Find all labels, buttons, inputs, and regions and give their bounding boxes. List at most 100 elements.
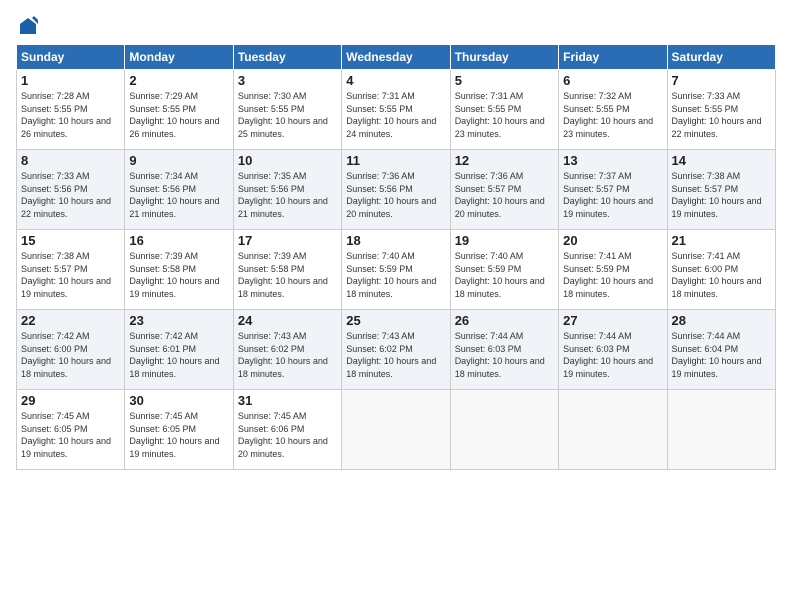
day-info: Sunrise: 7:28 AMSunset: 5:55 PMDaylight:… xyxy=(21,90,120,140)
calendar-cell: 25Sunrise: 7:43 AMSunset: 6:02 PMDayligh… xyxy=(342,310,450,390)
calendar-cell: 12 Sunrise: 7:36 AMSunset: 5:57 PMDayligh… xyxy=(450,150,558,230)
day-number: 19 xyxy=(455,233,554,248)
day-number: 24 xyxy=(238,313,337,328)
day-number: 17 xyxy=(238,233,337,248)
logo-icon xyxy=(18,16,38,36)
calendar-header-row: SundayMondayTuesdayWednesdayThursdayFrid… xyxy=(17,45,776,70)
day-of-week-sunday: Sunday xyxy=(17,45,125,70)
day-info: Sunrise: 7:41 AMSunset: 6:00 PMDaylight:… xyxy=(672,250,771,300)
day-number: 31 xyxy=(238,393,337,408)
calendar-cell: 1 Sunrise: 7:28 AMSunset: 5:55 PMDaylight… xyxy=(17,70,125,150)
day-info: Sunrise: 7:45 AMSunset: 6:05 PMDaylight:… xyxy=(21,410,120,460)
day-info: Sunrise: 7:31 AMSunset: 5:55 PMDaylight:… xyxy=(455,90,554,140)
day-info: Sunrise: 7:42 AMSunset: 6:00 PMDaylight:… xyxy=(21,330,120,380)
day-info: Sunrise: 7:45 AMSunset: 6:06 PMDaylight:… xyxy=(238,410,337,460)
day-info: Sunrise: 7:42 AMSunset: 6:01 PMDaylight:… xyxy=(129,330,228,380)
day-number: 27 xyxy=(563,313,662,328)
calendar-cell: 6Sunrise: 7:32 AMSunset: 5:55 PMDaylight… xyxy=(559,70,667,150)
calendar-cell: 9 Sunrise: 7:34 AMSunset: 5:56 PMDaylight… xyxy=(125,150,233,230)
day-number: 1 xyxy=(21,73,120,88)
day-info: Sunrise: 7:44 AMSunset: 6:04 PMDaylight:… xyxy=(672,330,771,380)
calendar-cell: 28Sunrise: 7:44 AMSunset: 6:04 PMDayligh… xyxy=(667,310,775,390)
calendar-cell: 24 Sunrise: 7:43 AMSunset: 6:02 PMDayligh… xyxy=(233,310,341,390)
day-number: 22 xyxy=(21,313,120,328)
calendar-cell xyxy=(342,390,450,470)
day-info: Sunrise: 7:31 AMSunset: 5:55 PMDaylight:… xyxy=(346,90,445,140)
day-of-week-friday: Friday xyxy=(559,45,667,70)
day-of-week-saturday: Saturday xyxy=(667,45,775,70)
day-info: Sunrise: 7:38 AMSunset: 5:57 PMDaylight:… xyxy=(21,250,120,300)
day-info: Sunrise: 7:36 AMSunset: 5:57 PMDaylight:… xyxy=(455,170,554,220)
calendar-cell: 31 Sunrise: 7:45 AMSunset: 6:06 PMDayligh… xyxy=(233,390,341,470)
calendar-cell: 21Sunrise: 7:41 AMSunset: 6:00 PMDayligh… xyxy=(667,230,775,310)
day-info: Sunrise: 7:39 AMSunset: 5:58 PMDaylight:… xyxy=(238,250,337,300)
day-number: 18 xyxy=(346,233,445,248)
day-of-week-wednesday: Wednesday xyxy=(342,45,450,70)
day-number: 2 xyxy=(129,73,228,88)
day-number: 3 xyxy=(238,73,337,88)
logo xyxy=(16,16,38,36)
calendar-cell: 19 Sunrise: 7:40 AMSunset: 5:59 PMDayligh… xyxy=(450,230,558,310)
day-number: 8 xyxy=(21,153,120,168)
day-info: Sunrise: 7:40 AMSunset: 5:59 PMDaylight:… xyxy=(346,250,445,300)
day-number: 6 xyxy=(563,73,662,88)
calendar-cell: 14 Sunrise: 7:38 AMSunset: 5:57 PMDayligh… xyxy=(667,150,775,230)
calendar-cell: 11 Sunrise: 7:36 AMSunset: 5:56 PMDayligh… xyxy=(342,150,450,230)
day-number: 25 xyxy=(346,313,445,328)
calendar-cell: 16 Sunrise: 7:39 AMSunset: 5:58 PMDayligh… xyxy=(125,230,233,310)
day-number: 15 xyxy=(21,233,120,248)
day-number: 23 xyxy=(129,313,228,328)
day-info: Sunrise: 7:44 AMSunset: 6:03 PMDaylight:… xyxy=(563,330,662,380)
day-number: 16 xyxy=(129,233,228,248)
day-number: 13 xyxy=(563,153,662,168)
calendar-cell xyxy=(667,390,775,470)
calendar-cell: 18 Sunrise: 7:40 AMSunset: 5:59 PMDayligh… xyxy=(342,230,450,310)
calendar-cell: 22 Sunrise: 7:42 AMSunset: 6:00 PMDayligh… xyxy=(17,310,125,390)
day-info: Sunrise: 7:44 AMSunset: 6:03 PMDaylight:… xyxy=(455,330,554,380)
day-info: Sunrise: 7:40 AMSunset: 5:59 PMDaylight:… xyxy=(455,250,554,300)
day-info: Sunrise: 7:38 AMSunset: 5:57 PMDaylight:… xyxy=(672,170,771,220)
day-info: Sunrise: 7:37 AMSunset: 5:57 PMDaylight:… xyxy=(563,170,662,220)
calendar-cell: 23 Sunrise: 7:42 AMSunset: 6:01 PMDayligh… xyxy=(125,310,233,390)
calendar-week-row: 1 Sunrise: 7:28 AMSunset: 5:55 PMDaylight… xyxy=(17,70,776,150)
calendar-cell: 17 Sunrise: 7:39 AMSunset: 5:58 PMDayligh… xyxy=(233,230,341,310)
calendar-cell: 4 Sunrise: 7:31 AMSunset: 5:55 PMDaylight… xyxy=(342,70,450,150)
calendar-cell: 29 Sunrise: 7:45 AMSunset: 6:05 PMDayligh… xyxy=(17,390,125,470)
day-info: Sunrise: 7:30 AMSunset: 5:55 PMDaylight:… xyxy=(238,90,337,140)
calendar-cell: 27 Sunrise: 7:44 AMSunset: 6:03 PMDayligh… xyxy=(559,310,667,390)
calendar-cell: 30Sunrise: 7:45 AMSunset: 6:05 PMDayligh… xyxy=(125,390,233,470)
calendar-week-row: 8Sunrise: 7:33 AMSunset: 5:56 PMDaylight… xyxy=(17,150,776,230)
calendar-cell: 10Sunrise: 7:35 AMSunset: 5:56 PMDayligh… xyxy=(233,150,341,230)
calendar-cell: 26Sunrise: 7:44 AMSunset: 6:03 PMDayligh… xyxy=(450,310,558,390)
day-info: Sunrise: 7:41 AMSunset: 5:59 PMDaylight:… xyxy=(563,250,662,300)
day-number: 29 xyxy=(21,393,120,408)
day-number: 11 xyxy=(346,153,445,168)
day-number: 4 xyxy=(346,73,445,88)
calendar-cell: 7 Sunrise: 7:33 AMSunset: 5:55 PMDaylight… xyxy=(667,70,775,150)
calendar-week-row: 15 Sunrise: 7:38 AMSunset: 5:57 PMDayligh… xyxy=(17,230,776,310)
calendar-cell: 13 Sunrise: 7:37 AMSunset: 5:57 PMDayligh… xyxy=(559,150,667,230)
day-number: 9 xyxy=(129,153,228,168)
day-of-week-tuesday: Tuesday xyxy=(233,45,341,70)
calendar-table: SundayMondayTuesdayWednesdayThursdayFrid… xyxy=(16,44,776,470)
day-info: Sunrise: 7:35 AMSunset: 5:56 PMDaylight:… xyxy=(238,170,337,220)
calendar-cell: 2Sunrise: 7:29 AMSunset: 5:55 PMDaylight… xyxy=(125,70,233,150)
day-number: 12 xyxy=(455,153,554,168)
calendar-cell: 20 Sunrise: 7:41 AMSunset: 5:59 PMDayligh… xyxy=(559,230,667,310)
calendar-cell: 5Sunrise: 7:31 AMSunset: 5:55 PMDaylight… xyxy=(450,70,558,150)
calendar-cell: 15 Sunrise: 7:38 AMSunset: 5:57 PMDayligh… xyxy=(17,230,125,310)
day-info: Sunrise: 7:36 AMSunset: 5:56 PMDaylight:… xyxy=(346,170,445,220)
day-info: Sunrise: 7:39 AMSunset: 5:58 PMDaylight:… xyxy=(129,250,228,300)
day-number: 7 xyxy=(672,73,771,88)
day-number: 14 xyxy=(672,153,771,168)
day-number: 20 xyxy=(563,233,662,248)
header xyxy=(16,16,776,36)
day-info: Sunrise: 7:34 AMSunset: 5:56 PMDaylight:… xyxy=(129,170,228,220)
calendar-cell xyxy=(559,390,667,470)
day-info: Sunrise: 7:33 AMSunset: 5:55 PMDaylight:… xyxy=(672,90,771,140)
day-info: Sunrise: 7:45 AMSunset: 6:05 PMDaylight:… xyxy=(129,410,228,460)
day-info: Sunrise: 7:43 AMSunset: 6:02 PMDaylight:… xyxy=(238,330,337,380)
calendar-cell: 3 Sunrise: 7:30 AMSunset: 5:55 PMDaylight… xyxy=(233,70,341,150)
calendar-week-row: 29 Sunrise: 7:45 AMSunset: 6:05 PMDayligh… xyxy=(17,390,776,470)
day-of-week-monday: Monday xyxy=(125,45,233,70)
